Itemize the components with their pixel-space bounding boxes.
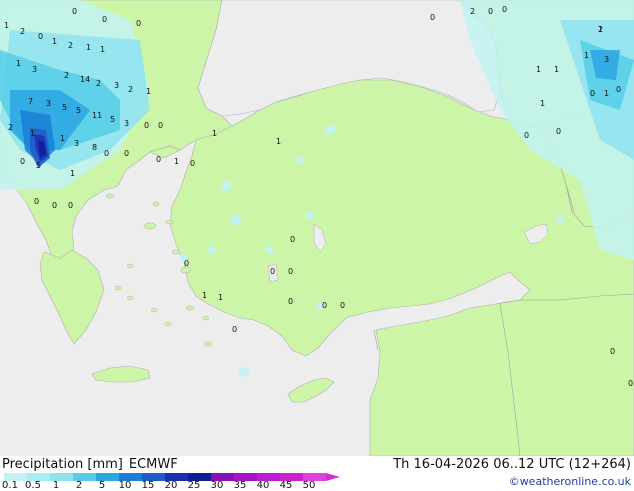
legend-arrow [326,473,340,481]
precip-value: 5 [76,106,82,115]
precip-value: 1 [70,169,76,178]
precip-value: 3 [74,139,80,148]
precip-value: 1 [100,45,106,54]
precip-value: 0 [158,121,164,130]
precip-value: 0 [104,149,110,158]
precip-value: 0 [288,267,294,276]
precip-value: 0 [124,149,130,158]
precip-spot-1 [296,156,304,164]
precip-value: 3 [32,65,38,74]
precip-value: 1 [52,37,58,46]
precip-value: 1 [86,43,92,52]
precip-value: 0 [190,159,196,168]
precip-value: 5 [36,161,42,170]
precip-value: 0 [68,201,74,210]
precip-value: 2 [68,41,74,50]
precip-value: 11 [92,111,103,120]
precip-value: 3 [124,119,130,128]
precip-value: 1 [540,99,546,108]
precip-value: 1 [146,87,152,96]
precip-value: 3 [604,55,610,64]
precip-value: 0 [430,13,436,22]
precip-value: 0 [610,347,616,356]
precip-value: 2 [96,79,102,88]
precip-value: 1 [584,51,590,60]
precip-value: 0 [322,301,328,310]
precip-spot-0 [221,181,231,191]
precip-value: 1 [174,157,180,166]
precip-value: 8 [92,143,98,152]
title-main: Precipitation [mm] [2,457,123,472]
precip-value: 0 [20,157,26,166]
precip-value: 3 [114,81,120,90]
precip-value: 2 [64,71,70,80]
map-title: Precipitation [mm] ECMWF [2,457,184,472]
precip-value: 0 [590,89,596,98]
precip-value: 0 [340,301,346,310]
precip-value: 1 [4,21,10,30]
precip-value: 0 [136,19,142,28]
precip-value: 0 [72,7,78,16]
valid-time: Th 16-04-2026 06..12 UTC (12+264) [393,457,631,472]
precip-value: 0 [102,15,108,24]
precip-value: 3 [46,99,52,108]
precip-value: 1 [212,129,218,138]
precip-value: 14 [80,75,91,84]
precip-value: 0 [502,5,508,14]
title-model: ECMWF [128,457,178,472]
precip-value: 0 [144,121,150,130]
precip-value: 1 [218,293,224,302]
precip-value: 1 [604,89,610,98]
precip-value: 5 [110,115,116,124]
precip-value: 1 [202,291,208,300]
precip-value: 0 [290,235,296,244]
precip-value: 0 [52,201,58,210]
precip-value: 1 [60,134,66,143]
precip-value: 0 [488,7,494,16]
precip-spot-5 [266,246,274,254]
precipitation-map: 1 0 0 0 2 0 1 2 1 1 1 3 2 14 2 3 2 1 7 3 5 5 11 5 3 2 1 1 3 8 0 0 5 0 1 0 0 0… [0,0,634,456]
precip-value: 1 [554,65,560,74]
precip-spot-2 [325,125,335,135]
precip-value: 1 [16,59,22,68]
precip-value: 0 [270,267,276,276]
precip-spot-8 [556,216,564,224]
precip-value: 5 [62,103,68,112]
precip-spot-4 [306,212,314,220]
precip-spot-9 [595,155,605,165]
precip-value: 0 [38,32,44,41]
precip-value: 2 [128,85,134,94]
precip-value: 0 [616,85,622,94]
credit-link[interactable]: ©weatheronline.co.uk [509,475,631,488]
precip-value: 2 [20,27,26,36]
precip-spot-7 [239,367,249,377]
precip-value: 2 [8,123,14,132]
precip-value: 0 [156,155,162,164]
precip-value: 7 [28,97,34,106]
precip-value: 1 [30,129,36,138]
precip-value: 0 [556,127,562,136]
precip-value: 0 [184,259,190,268]
precip-value: 1 [276,137,282,146]
precip-spot-3 [231,215,241,225]
precip-value: 0 [288,297,294,306]
precip-value: 1 [536,65,542,74]
precip-value: 0 [232,325,238,334]
precip-value: 0 [628,379,634,388]
precip-value: 2 [470,7,476,16]
precip-value: 2 [598,25,604,34]
precip-spot-10 [208,246,216,254]
precip-value: 0 [524,131,530,140]
map-footer: Precipitation [mm] ECMWF Th 16-04-2026 06… [0,456,634,491]
precip-value: 0 [34,197,40,206]
